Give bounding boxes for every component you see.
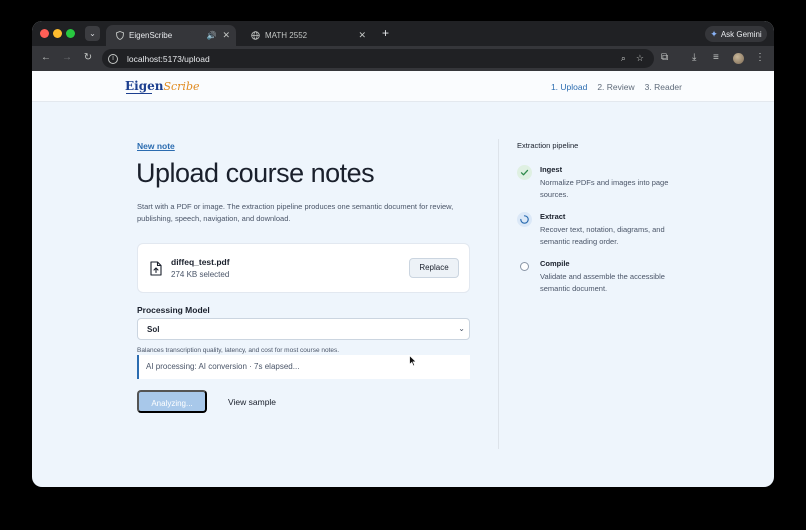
url-text[interactable]: localhost:5173/upload — [127, 54, 621, 64]
ask-gemini-label: Ask Gemini — [720, 29, 762, 39]
extensions-icon[interactable]: ⧉ — [661, 52, 668, 64]
reload-icon[interactable]: ↻ — [82, 52, 94, 64]
pipeline-step-name: Compile — [540, 259, 570, 268]
step-upload[interactable]: 1. Upload — [551, 82, 587, 92]
pipeline-step-desc: Validate and assemble the accessible sem… — [540, 272, 665, 293]
processing-model-value: Sol — [147, 325, 160, 334]
site-info-icon[interactable]: i — [108, 53, 118, 64]
file-name: diffeq_test.pdf — [171, 257, 230, 267]
logo-accent: Scribe — [163, 80, 200, 93]
close-window-button[interactable] — [40, 29, 49, 38]
bookmark-star-icon[interactable]: ☆ — [636, 53, 644, 64]
reading-list-icon[interactable]: ≡ — [713, 52, 719, 64]
upload-page: New note Upload course notes Start with … — [32, 103, 774, 487]
mouse-cursor-icon — [409, 354, 418, 367]
tab-title: EigenScribe — [129, 31, 173, 40]
speaker-icon[interactable]: 🔊 — [206, 31, 216, 40]
tab-title: MATH 2552 — [265, 31, 308, 40]
check-icon — [517, 165, 532, 180]
file-size: 274 KB selected — [171, 270, 230, 279]
globe-icon — [251, 31, 260, 40]
browser-window: ⌄ EigenScribe 🔊 ✕ MATH 2552 ✕ + ✦ Ask Ge… — [32, 21, 774, 487]
zoom-icon[interactable]: ⌕ — [621, 53, 626, 64]
logo-main: Eigen — [125, 79, 164, 93]
browser-toolbar: ← → ↻ i localhost:5173/upload ⌕ ☆ ⧉ ⤓ ≡ … — [32, 46, 774, 71]
shield-icon — [115, 31, 124, 40]
step-reader[interactable]: 3. Reader — [645, 82, 682, 92]
address-bar[interactable]: i localhost:5173/upload ⌕ ☆ — [102, 49, 654, 68]
analyze-button[interactable]: Analyzing... — [137, 390, 207, 413]
processing-model-help: Balances transcription quality, latency,… — [137, 347, 340, 354]
selected-file-card: diffeq_test.pdf 274 KB selected Replace — [137, 243, 470, 293]
tab-search-button[interactable]: ⌄ — [85, 26, 100, 41]
page-title: Upload course notes — [136, 158, 375, 188]
pending-circle-icon — [520, 262, 529, 271]
menu-kebab-icon[interactable]: ⋮ — [755, 52, 765, 64]
column-divider — [498, 139, 499, 449]
processing-status-text: AI processing: AI conversion · 7s elapse… — [146, 362, 300, 371]
ask-gemini-button[interactable]: ✦ Ask Gemini — [705, 26, 767, 42]
processing-model-label: Processing Model — [137, 305, 210, 315]
pipeline-step-name: Ingest — [540, 165, 563, 174]
pipeline-title: Extraction pipeline — [517, 141, 579, 150]
app-header: Eigen Scribe 1. Upload 2. Review 3. Read… — [32, 71, 774, 102]
spinner-icon — [517, 212, 532, 227]
app-logo[interactable]: Eigen Scribe — [125, 79, 200, 93]
step-review[interactable]: 2. Review — [597, 82, 634, 92]
forward-arrow-icon[interactable]: → — [61, 52, 73, 64]
chevron-down-icon: ⌄ — [458, 324, 465, 333]
processing-model-select[interactable]: Sol ⌄ — [137, 318, 470, 340]
close-tab-icon[interactable]: ✕ — [222, 30, 230, 41]
gemini-sparkle-icon: ✦ — [710, 28, 718, 39]
close-tab-icon[interactable]: ✕ — [358, 30, 366, 41]
replace-file-button[interactable]: Replace — [409, 258, 459, 278]
new-tab-button[interactable]: + — [382, 27, 389, 39]
tab-eigenscribe[interactable]: EigenScribe 🔊 ✕ — [106, 25, 236, 46]
tab-math-2552[interactable]: MATH 2552 ✕ — [242, 25, 372, 46]
minimize-window-button[interactable] — [53, 29, 62, 38]
pipeline-step-name: Extract — [540, 212, 566, 221]
step-nav: 1. Upload 2. Review 3. Reader — [551, 82, 682, 92]
download-icon[interactable]: ⤓ — [692, 52, 696, 64]
logo-underline — [126, 93, 152, 94]
profile-avatar[interactable] — [733, 53, 744, 64]
view-sample-link[interactable]: View sample — [228, 397, 276, 407]
back-arrow-icon[interactable]: ← — [40, 52, 52, 64]
page-description: Start with a PDF or image. The extractio… — [137, 202, 454, 223]
processing-status: AI processing: AI conversion · 7s elapse… — [137, 355, 470, 379]
pipeline-step-desc: Normalize PDFs and images into page sour… — [540, 178, 669, 199]
file-upload-icon — [150, 261, 162, 276]
maximize-window-button[interactable] — [66, 29, 75, 38]
pipeline-step-desc: Recover text, notation, diagrams, and se… — [540, 225, 665, 246]
tab-strip: ⌄ EigenScribe 🔊 ✕ MATH 2552 ✕ + ✦ Ask Ge… — [32, 21, 774, 46]
new-note-link[interactable]: New note — [137, 141, 175, 151]
